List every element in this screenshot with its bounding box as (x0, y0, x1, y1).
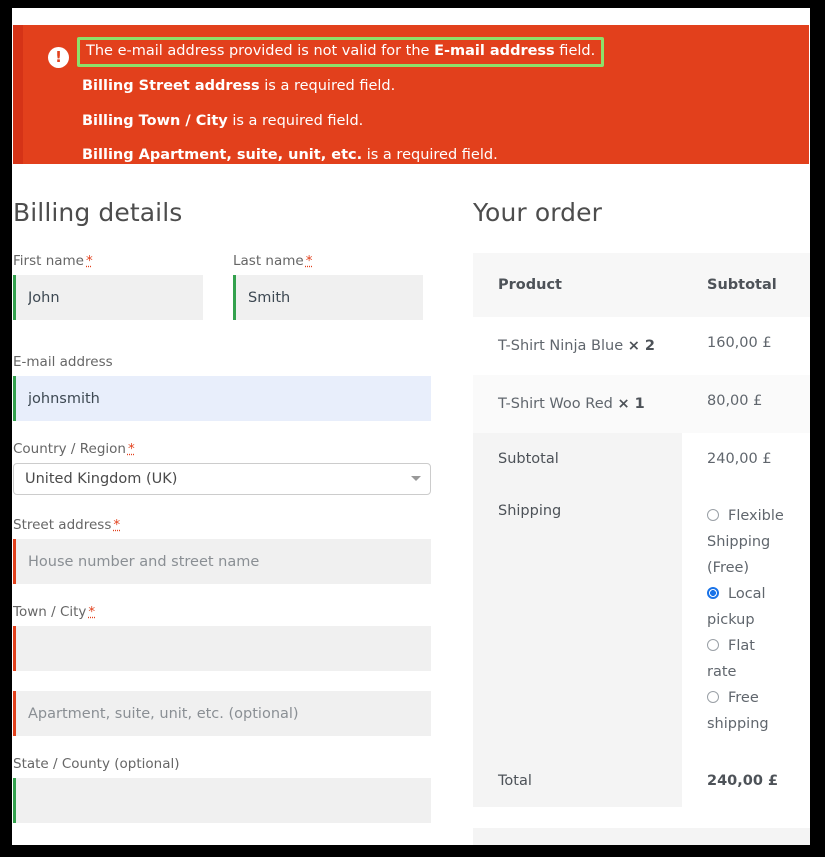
total-label: Total (473, 755, 682, 807)
radio-unchecked-icon[interactable] (707, 691, 719, 703)
radio-unchecked-icon[interactable] (707, 639, 719, 651)
radio-unchecked-icon[interactable] (707, 509, 719, 521)
required-asterisk: * (86, 253, 93, 269)
order-item-quantity: × 1 (617, 396, 644, 412)
total-value: 240,00 £ (682, 755, 810, 807)
error-message-town: Billing Town / City is a required field. (77, 109, 801, 134)
shipping-option-free-shipping[interactable]: Free shipping (707, 685, 788, 737)
table-row: T-Shirt Ninja Blue × 2 160,00 £ (473, 317, 810, 375)
error-field-name: Billing Street address (82, 78, 260, 94)
shipping-label: Shipping (473, 485, 682, 755)
required-asterisk: * (306, 253, 313, 269)
required-asterisk: * (128, 441, 135, 457)
error-text-prefix: The e-mail address provided is not valid… (86, 43, 434, 59)
shipping-option-flat-rate[interactable]: Flat rate (707, 633, 788, 685)
order-item-name: T-Shirt Ninja Blue × 2 (473, 317, 682, 375)
order-table-head: Product Subtotal (473, 253, 810, 317)
last-name-input[interactable] (233, 275, 423, 320)
order-review-table: Product Subtotal T-Shirt Ninja Blue × 2 … (473, 253, 810, 807)
table-header-row: Product Subtotal (473, 253, 810, 317)
state-county-label: State / County (optional) (13, 756, 431, 772)
required-asterisk: * (88, 604, 95, 620)
radio-checked-icon[interactable] (707, 587, 719, 599)
email-input[interactable] (13, 376, 431, 421)
payment-section-placeholder (473, 828, 810, 845)
country-field-group: Country / Region* United Kingdom (UK) (13, 441, 431, 495)
email-field-group: E-mail address (13, 354, 431, 421)
street-address-input[interactable] (13, 539, 431, 584)
subtotal-value: 240,00 £ (682, 433, 810, 485)
first-name-label: First name* (13, 253, 203, 269)
browser-frame: ! The e-mail address provided is not val… (0, 0, 825, 857)
error-message-email: The e-mail address provided is not valid… (77, 37, 604, 67)
last-name-label-text: Last name (233, 253, 304, 269)
error-text-suffix: is a required field. (228, 113, 364, 129)
error-field-name: Billing Apartment, suite, unit, etc. (82, 147, 362, 163)
shipping-option-flexible[interactable]: Flexible Shipping (Free) (707, 503, 788, 581)
exclamation-circle-icon: ! (48, 47, 69, 68)
billing-details-section: Billing details First name* Last name* E… (13, 198, 441, 843)
table-row: T-Shirt Woo Red × 1 80,00 £ (473, 375, 810, 433)
country-label-text: Country / Region (13, 441, 126, 457)
town-city-field-group: Town / City* (13, 604, 431, 671)
validation-error-banner: ! The e-mail address provided is not val… (13, 25, 809, 164)
subtotal-row: Subtotal 240,00 £ (473, 433, 810, 485)
order-item-name: T-Shirt Woo Red × 1 (473, 375, 682, 433)
shipping-method-list: Flexible Shipping (Free) Local pickup Fl… (707, 503, 788, 737)
shipping-methods-cell: Flexible Shipping (Free) Local pickup Fl… (682, 485, 810, 755)
chevron-down-icon (411, 476, 421, 481)
error-message-apartment: Billing Apartment, suite, unit, etc. is … (77, 143, 801, 164)
apartment-field-group (13, 691, 431, 736)
order-item-subtotal: 160,00 £ (682, 317, 810, 375)
order-table-body: T-Shirt Ninja Blue × 2 160,00 £ T-Shirt … (473, 317, 810, 807)
error-message-list: The e-mail address provided is not valid… (77, 37, 801, 164)
country-select-value[interactable]: United Kingdom (UK) (13, 463, 431, 495)
shipping-row: Shipping Flexible Shipping (Free) Local … (473, 485, 810, 755)
street-address-field-group: Street address* (13, 517, 431, 584)
billing-details-heading: Billing details (13, 198, 441, 227)
error-field-name: Billing Town / City (82, 113, 228, 129)
error-field-name: E-mail address (434, 43, 555, 59)
last-name-field-group: Last name* (233, 253, 423, 320)
error-text-suffix: field. (555, 43, 596, 59)
order-item-title: T-Shirt Ninja Blue (498, 338, 623, 354)
street-address-label-text: Street address (13, 517, 111, 533)
error-message-street: Billing Street address is a required fie… (77, 74, 801, 99)
country-select[interactable]: United Kingdom (UK) (13, 463, 431, 495)
first-name-input[interactable] (13, 275, 203, 320)
required-asterisk: * (113, 517, 120, 533)
order-review-section: Your order Product Subtotal T-Shirt Ninj… (473, 198, 810, 807)
town-city-label-text: Town / City (13, 604, 86, 620)
town-city-label: Town / City* (13, 604, 431, 620)
your-order-heading: Your order (473, 198, 810, 227)
state-county-input[interactable] (13, 778, 431, 823)
street-address-label: Street address* (13, 517, 431, 533)
order-item-title: T-Shirt Woo Red (498, 396, 613, 412)
last-name-label: Last name* (233, 253, 423, 269)
name-field-row: First name* Last name* (13, 253, 441, 340)
subtotal-label: Subtotal (473, 433, 682, 485)
error-text-suffix: is a required field. (260, 78, 396, 94)
shipping-option-local-pickup[interactable]: Local pickup (707, 581, 788, 633)
email-label: E-mail address (13, 354, 431, 370)
town-city-input[interactable] (13, 626, 431, 671)
apartment-input[interactable] (13, 691, 431, 736)
state-county-field-group: State / County (optional) (13, 756, 431, 823)
column-header-subtotal: Subtotal (682, 253, 810, 317)
first-name-label-text: First name (13, 253, 84, 269)
checkout-page: ! The e-mail address provided is not val… (12, 8, 810, 845)
first-name-field-group: First name* (13, 253, 203, 320)
total-row: Total 240,00 £ (473, 755, 810, 807)
order-item-subtotal: 80,00 £ (682, 375, 810, 433)
error-text-suffix: is a required field. (362, 147, 498, 163)
shipping-option-label: Flexible Shipping (Free) (707, 508, 784, 576)
column-header-product: Product (473, 253, 682, 317)
order-item-quantity: × 2 (628, 338, 655, 354)
country-label: Country / Region* (13, 441, 431, 457)
